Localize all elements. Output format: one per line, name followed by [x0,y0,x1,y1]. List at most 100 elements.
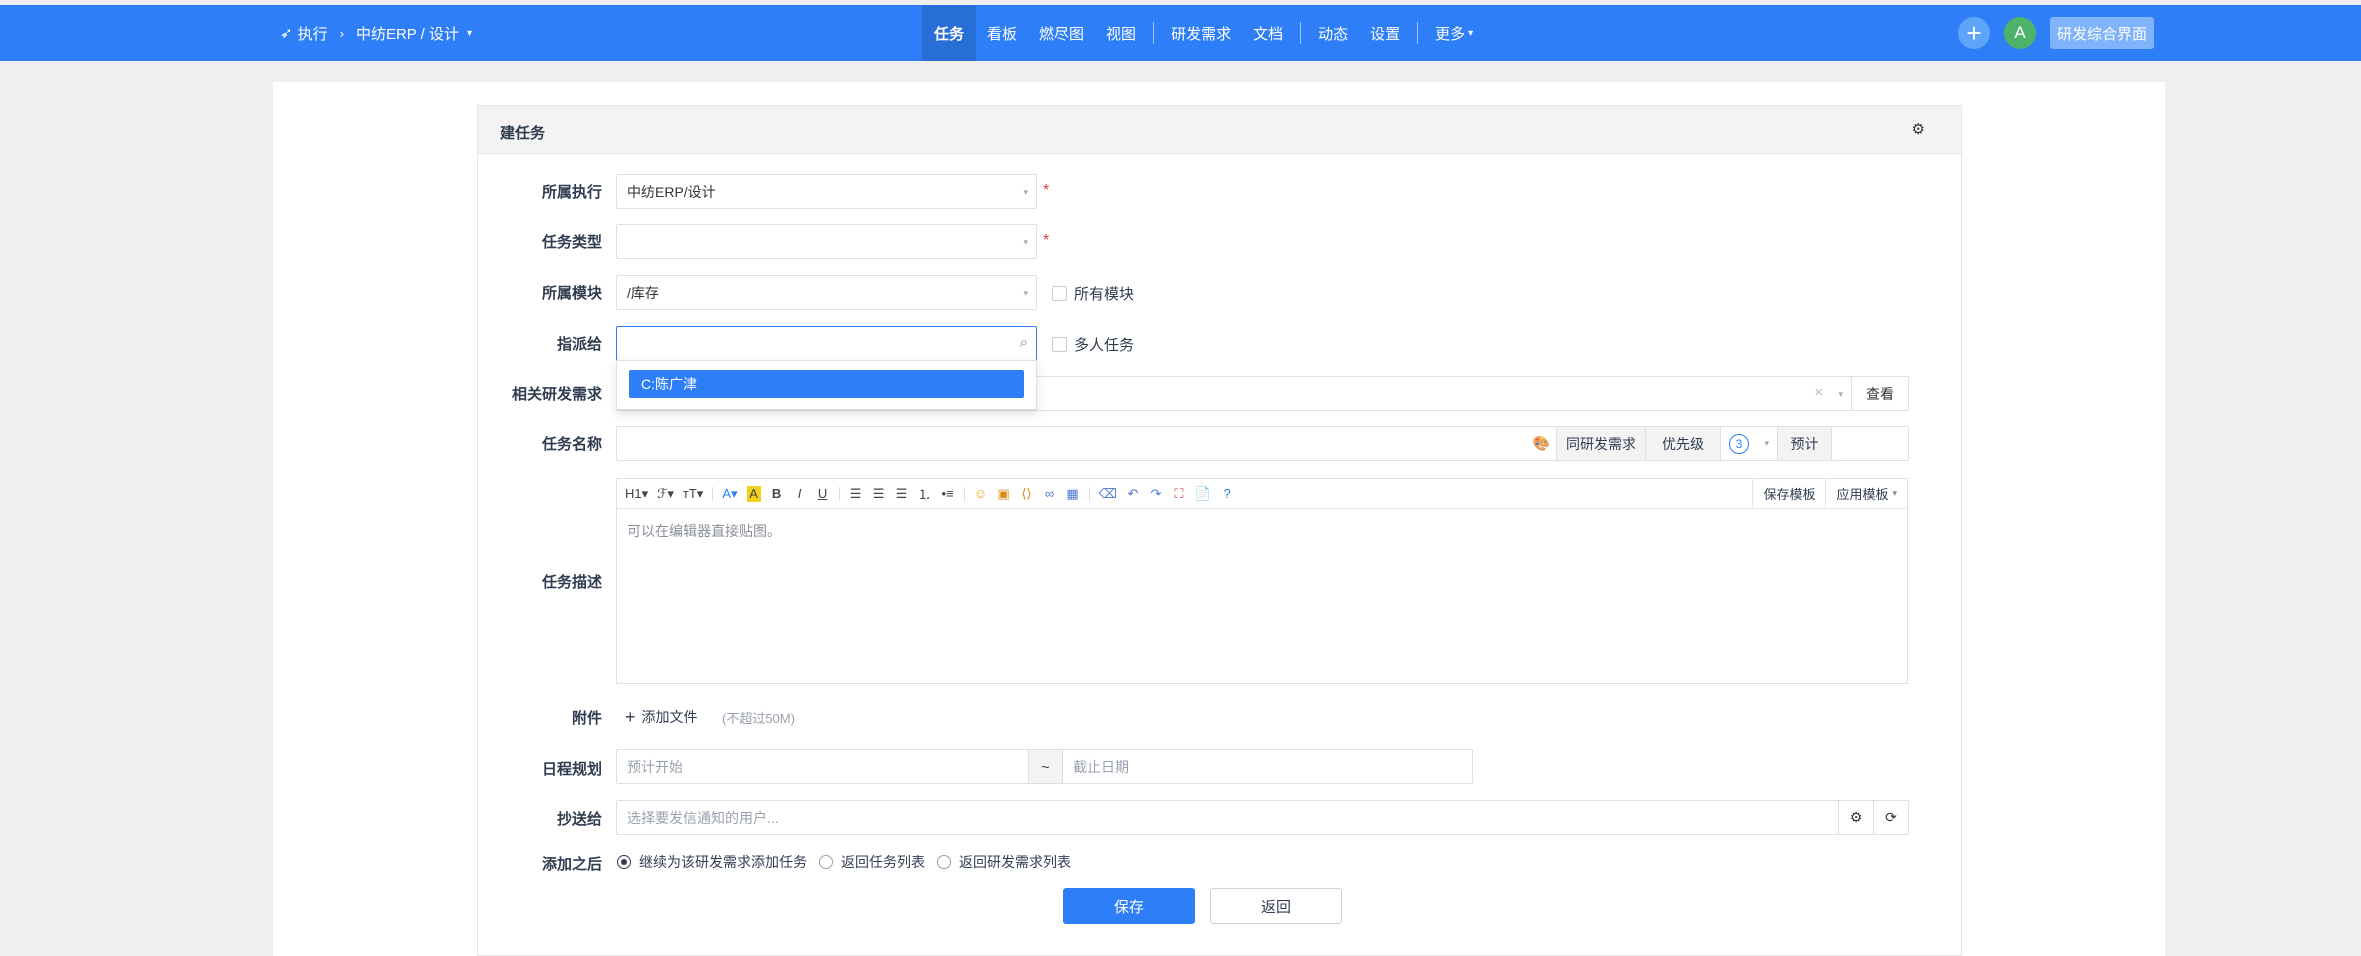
required-mark: * [1043,182,1050,199]
radio [937,855,951,869]
est-start-input[interactable]: 预计开始 [616,749,1029,784]
nav-settings[interactable]: 设置 [1359,5,1411,61]
caret-down-icon: ▾ [1023,288,1028,298]
assign-option[interactable]: C:陈广津 [629,370,1024,398]
module-select[interactable]: /库存 ▾ [616,275,1037,310]
schedule-label: 日程规划 [541,761,602,778]
gear-icon[interactable]: ⚙ [1838,800,1874,835]
breadcrumb-project-dropdown[interactable]: 中纺ERP / 设计 ▾ [356,23,472,44]
refresh-icon[interactable]: ⟳ [1873,800,1909,835]
breadcrumb: ➶ 执行 › 中纺ERP / 设计 ▾ [280,5,472,61]
checkbox-box [1052,337,1067,352]
caret-down-icon: ▾ [1023,187,1028,197]
desc-label: 任务描述 [541,574,602,591]
estimate-input[interactable] [1831,426,1909,461]
chevron-right-icon: › [339,25,344,41]
nav-view[interactable]: 视图 [1095,5,1147,61]
after-option-story-list[interactable]: 返回研发需求列表 [937,852,1071,872]
after-option-task-list[interactable]: 返回任务列表 [819,852,925,872]
template-actions: 保存模板 应用模板 ▾ [1752,479,1907,508]
caret-down-icon: ▾ [1838,389,1843,399]
after-option-continue[interactable]: 继续为该研发需求添加任务 [617,852,807,872]
add-file-button[interactable]: + 添加文件 [625,707,698,727]
apply-template-button[interactable]: 应用模板 ▾ [1825,479,1907,508]
mailto-input[interactable]: 选择要发信通知的用户... [616,800,1839,835]
radio-selected [617,855,631,869]
table-icon[interactable]: ▦ [1066,486,1080,502]
assign-search-input[interactable]: ⌕ [616,326,1037,361]
execution-label: 所属执行 [541,184,602,201]
font-family-icon[interactable]: ℱ▾ [657,486,674,502]
clear-format-icon[interactable]: ⌫ [1099,486,1117,502]
align-right-icon[interactable]: ☰ [895,486,909,502]
module-label: 所属模块 [541,285,602,302]
priority-select[interactable]: 3 ▾ [1720,426,1778,461]
rich-text-editor: H1▾ ℱ▾ тT▾ A▾ A B I U ☰ ☰ ☰ ⒈ •≡ ☺ ▣ ⟨⟩ … [616,478,1908,684]
top-navbar: ➶ 执行 › 中纺ERP / 设计 ▾ 任务 看板 燃尽图 视图 研发需求 文档… [0,5,2361,61]
palette-icon[interactable]: 🎨 [1533,435,1550,452]
all-modules-checkbox[interactable]: 所有模块 [1052,283,1134,304]
checkbox-box [1052,286,1067,301]
nav-kanban[interactable]: 看板 [976,5,1028,61]
rocket-icon: ➶ [280,25,293,42]
bullet-list-icon[interactable]: •≡ [941,486,955,502]
highlight-icon[interactable]: A [746,485,761,502]
breadcrumb-execution[interactable]: ➶ 执行 [280,23,328,44]
card-header: 建任务 ⚙ [478,106,1961,154]
radio [819,855,833,869]
gear-icon[interactable]: ⚙ [1912,120,1925,138]
app-switch-button[interactable]: 研发综合界面 [2050,17,2155,49]
nav-dynamic[interactable]: 动态 [1307,5,1359,61]
heading-icon[interactable]: H1▾ [625,486,648,502]
undo-icon[interactable]: ↶ [1126,486,1140,502]
save-template-button[interactable]: 保存模板 [1752,479,1825,508]
emoji-icon[interactable]: ☺ [974,486,988,502]
editor-toolbar: H1▾ ℱ▾ тT▾ A▾ A B I U ☰ ☰ ☰ ⒈ •≡ ☺ ▣ ⟨⟩ … [617,479,1907,509]
fullscreen-icon[interactable]: ⛶ [1172,486,1186,502]
caret-down-icon: ▾ [467,27,473,39]
nav-story[interactable]: 研发需求 [1160,5,1242,61]
execution-select[interactable]: 中纺ERP/设计 ▾ [616,174,1037,209]
multi-person-checkbox[interactable]: 多人任务 [1052,334,1134,355]
font-color-icon[interactable]: A▾ [722,486,737,502]
nav-task[interactable]: 任务 [922,5,977,61]
deadline-input[interactable]: 截止日期 [1062,749,1473,784]
italic-icon[interactable]: I [793,486,807,502]
task-name-input[interactable]: 🎨 [616,426,1557,461]
nav-more[interactable]: 更多 ▾ [1424,5,1484,61]
nav-doc[interactable]: 文档 [1242,5,1294,61]
assign-dropdown: C:陈广津 [616,360,1037,410]
ordered-list-icon[interactable]: ⒈ [918,486,932,502]
view-story-button[interactable]: 查看 [1851,376,1909,411]
priority-badge: 3 [1729,433,1749,454]
type-label: 任务类型 [541,234,602,251]
image-icon[interactable]: ▣ [997,486,1011,502]
font-size-icon[interactable]: тT▾ [683,486,703,502]
same-as-story-button[interactable]: 同研发需求 [1556,426,1646,461]
back-button[interactable]: 返回 [1210,888,1342,924]
link-icon[interactable]: ∞ [1043,486,1057,502]
task-type-select[interactable]: ▾ [616,224,1037,259]
underline-icon[interactable]: U [816,486,830,502]
align-left-icon[interactable]: ☰ [849,486,863,502]
save-button[interactable]: 保存 [1063,888,1195,924]
nav-burndown[interactable]: 燃尽图 [1028,5,1095,61]
mailto-label: 抄送给 [556,811,602,828]
source-icon[interactable]: 📄 [1195,486,1211,502]
caret-down-icon: ▾ [1892,488,1897,498]
caret-down-icon: ▾ [1764,438,1769,448]
align-center-icon[interactable]: ☰ [872,486,886,502]
required-mark: * [1043,232,1050,249]
story-label: 相关研发需求 [511,386,602,403]
bold-icon[interactable]: B [770,486,784,502]
create-plus-button[interactable]: + [1958,17,1990,49]
avatar[interactable]: A [2004,17,2036,49]
after-options: 继续为该研发需求添加任务 返回任务列表 返回研发需求列表 [617,852,1071,872]
attach-label: 附件 [571,710,602,727]
redo-icon[interactable]: ↷ [1149,486,1163,502]
topbar-actions: + A 研发综合界面 [1958,5,2155,61]
help-icon[interactable]: ? [1220,486,1234,502]
clear-icon[interactable]: × [1814,384,1823,401]
editor-placeholder[interactable]: 可以在编辑器直接贴图。 [627,521,781,541]
code-icon[interactable]: ⟨⟩ [1020,486,1034,502]
